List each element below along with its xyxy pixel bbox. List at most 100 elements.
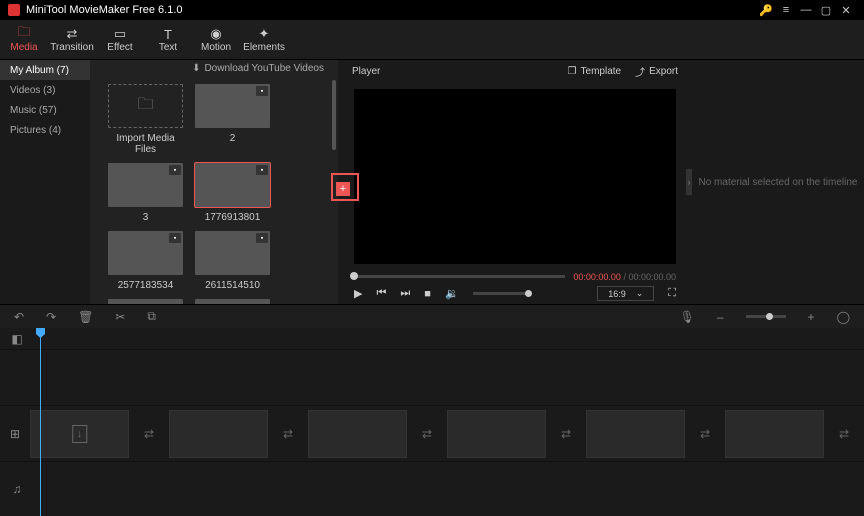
media-caption: 2 <box>195 133 270 144</box>
video-badge-icon: ▪ <box>169 233 181 243</box>
folder-icon: 🗀 <box>17 26 30 42</box>
tab-label: Text <box>159 42 177 53</box>
app-title: MiniTool MovieMaker Free 6.1.0 <box>26 4 183 16</box>
tab-effect[interactable]: ▭Effect <box>96 20 144 59</box>
video-badge-icon: ▪ <box>169 165 181 175</box>
ratio-label: 16:9 <box>608 289 626 299</box>
transition-slot-icon[interactable]: ⇄ <box>561 427 571 441</box>
import-media-button[interactable]: 🗀Import Media Files <box>108 84 183 155</box>
next-button[interactable]: ⏭ <box>400 287 410 300</box>
timeline-layers-icon[interactable]: ◧ <box>0 332 34 346</box>
timeline-clip[interactable]: ↓⇄ <box>30 410 129 458</box>
media-caption: 1776913801 <box>195 212 270 223</box>
timeline-clip[interactable]: ⇄ <box>308 410 407 458</box>
close-button[interactable]: ✕ <box>836 0 856 20</box>
zoom-fit-button[interactable]: ◯ <box>837 310 850 324</box>
timeline-clip[interactable]: ⇄ <box>447 410 546 458</box>
export-icon: ⤴ <box>635 64 645 79</box>
tab-text[interactable]: TText <box>144 20 192 59</box>
zoom-out-button[interactable]: – <box>717 310 724 324</box>
tab-elements[interactable]: ✦Elements <box>240 20 288 59</box>
template-icon: ❐ <box>568 66 577 77</box>
placeholder-icon: ↓ <box>72 425 88 443</box>
delete-button[interactable]: 🗑 <box>78 310 93 324</box>
tab-label: Elements <box>243 42 285 53</box>
motion-icon: ◉ <box>210 26 221 42</box>
chevron-down-icon: ⌄ <box>636 288 644 299</box>
timeline-audio-track[interactable] <box>34 462 864 516</box>
media-thumb[interactable] <box>108 299 183 304</box>
transition-slot-icon[interactable]: ⇄ <box>839 427 849 441</box>
tab-label: Effect <box>107 42 132 53</box>
seek-bar[interactable] <box>354 275 565 278</box>
media-thumb[interactable]: ▪3 <box>108 163 183 223</box>
sidebar-item-music[interactable]: Music (57) <box>0 100 90 120</box>
tab-motion[interactable]: ◉Motion <box>192 20 240 59</box>
tab-media[interactable]: 🗀Media <box>0 20 48 59</box>
play-button[interactable]: ▶ <box>354 287 362 300</box>
timeline-audio-icon[interactable]: 🎙 <box>680 310 695 324</box>
player-title: Player <box>352 66 380 77</box>
sidebar-item-myalbum[interactable]: My Album (7) <box>0 60 90 80</box>
sidebar-item-videos[interactable]: Videos (3) <box>0 80 90 100</box>
zoom-slider[interactable] <box>746 315 786 318</box>
aspect-ratio-select[interactable]: 16:9 ⌄ <box>597 286 654 301</box>
template-button[interactable]: ❐Template <box>568 66 622 77</box>
redo-button[interactable]: ↷ <box>46 310 56 324</box>
app-logo <box>8 4 20 16</box>
video-preview[interactable] <box>354 89 676 264</box>
media-thumb[interactable]: ▪2577183534 <box>108 231 183 291</box>
download-icon: ⬇ <box>192 63 200 74</box>
timeline-clip[interactable]: ⇄ <box>169 410 268 458</box>
transition-slot-icon[interactable]: ⇄ <box>283 427 293 441</box>
media-thumb[interactable]: ▪ 1776913801 <box>195 163 270 223</box>
video-badge-icon: ▪ <box>256 165 268 175</box>
volume-slider[interactable] <box>473 292 529 295</box>
prev-button[interactable]: ⏮ <box>376 287 386 300</box>
timeline-text-track[interactable] <box>34 350 864 405</box>
timeline-clip[interactable]: ⇄ <box>725 410 824 458</box>
export-button[interactable]: ⤴ Export <box>635 64 678 79</box>
audio-track-icon: ♫ <box>0 482 34 496</box>
sidebar-item-pictures[interactable]: Pictures (4) <box>0 120 90 140</box>
scrollbar[interactable] <box>332 80 336 150</box>
minimize-button[interactable]: — <box>796 0 816 20</box>
timeline-video-track[interactable]: ↓⇄ ⇄ ⇄ ⇄ ⇄ ⇄ <box>30 406 864 461</box>
transition-slot-icon[interactable]: ⇄ <box>144 427 154 441</box>
elements-icon: ✦ <box>259 26 270 42</box>
crop-button[interactable]: ⧉ <box>147 309 156 324</box>
transition-slot-icon[interactable]: ⇄ <box>700 427 710 441</box>
maximize-button[interactable]: ▢ <box>816 0 836 20</box>
effect-icon: ▭ <box>114 26 126 42</box>
timeline-clip[interactable]: ⇄ <box>586 410 685 458</box>
download-label: Download YouTube Videos <box>204 63 324 74</box>
media-thumb[interactable] <box>195 299 270 304</box>
timeline-ruler[interactable] <box>34 328 864 349</box>
playhead[interactable] <box>40 328 41 516</box>
undo-button[interactable]: ↶ <box>14 310 24 324</box>
zoom-in-button[interactable]: + <box>808 310 815 324</box>
tab-label: Transition <box>50 42 94 53</box>
split-button[interactable]: ✂ <box>115 310 125 324</box>
tab-label: Media <box>10 42 37 53</box>
folder-icon: 🗀 <box>137 93 153 120</box>
inspector-collapse-handle[interactable]: › <box>686 169 692 195</box>
export-label: Export <box>649 66 678 77</box>
volume-icon[interactable]: 🔉 <box>445 287 459 300</box>
download-youtube-link[interactable]: ⬇ Download YouTube Videos <box>192 63 324 74</box>
video-track-icon: ⊞ <box>0 427 30 441</box>
media-thumb[interactable]: ▪2 <box>195 84 270 155</box>
volume-handle[interactable] <box>525 290 532 297</box>
media-caption: 3 <box>108 212 183 223</box>
seek-handle[interactable] <box>350 272 358 280</box>
time-display: 00:00:00.00 / 00:00:00.00 <box>573 272 676 282</box>
fullscreen-button[interactable]: ⛶ <box>668 287 676 300</box>
menu-icon[interactable]: ≡ <box>776 0 796 20</box>
video-badge-icon: ▪ <box>256 233 268 243</box>
stop-button[interactable]: ■ <box>424 288 431 300</box>
tab-transition[interactable]: ⇄Transition <box>48 20 96 59</box>
media-thumb[interactable]: ▪2611514510 <box>195 231 270 291</box>
zoom-handle[interactable] <box>766 313 773 320</box>
transition-slot-icon[interactable]: ⇄ <box>422 427 432 441</box>
key-icon[interactable]: 🔑 <box>756 0 776 20</box>
